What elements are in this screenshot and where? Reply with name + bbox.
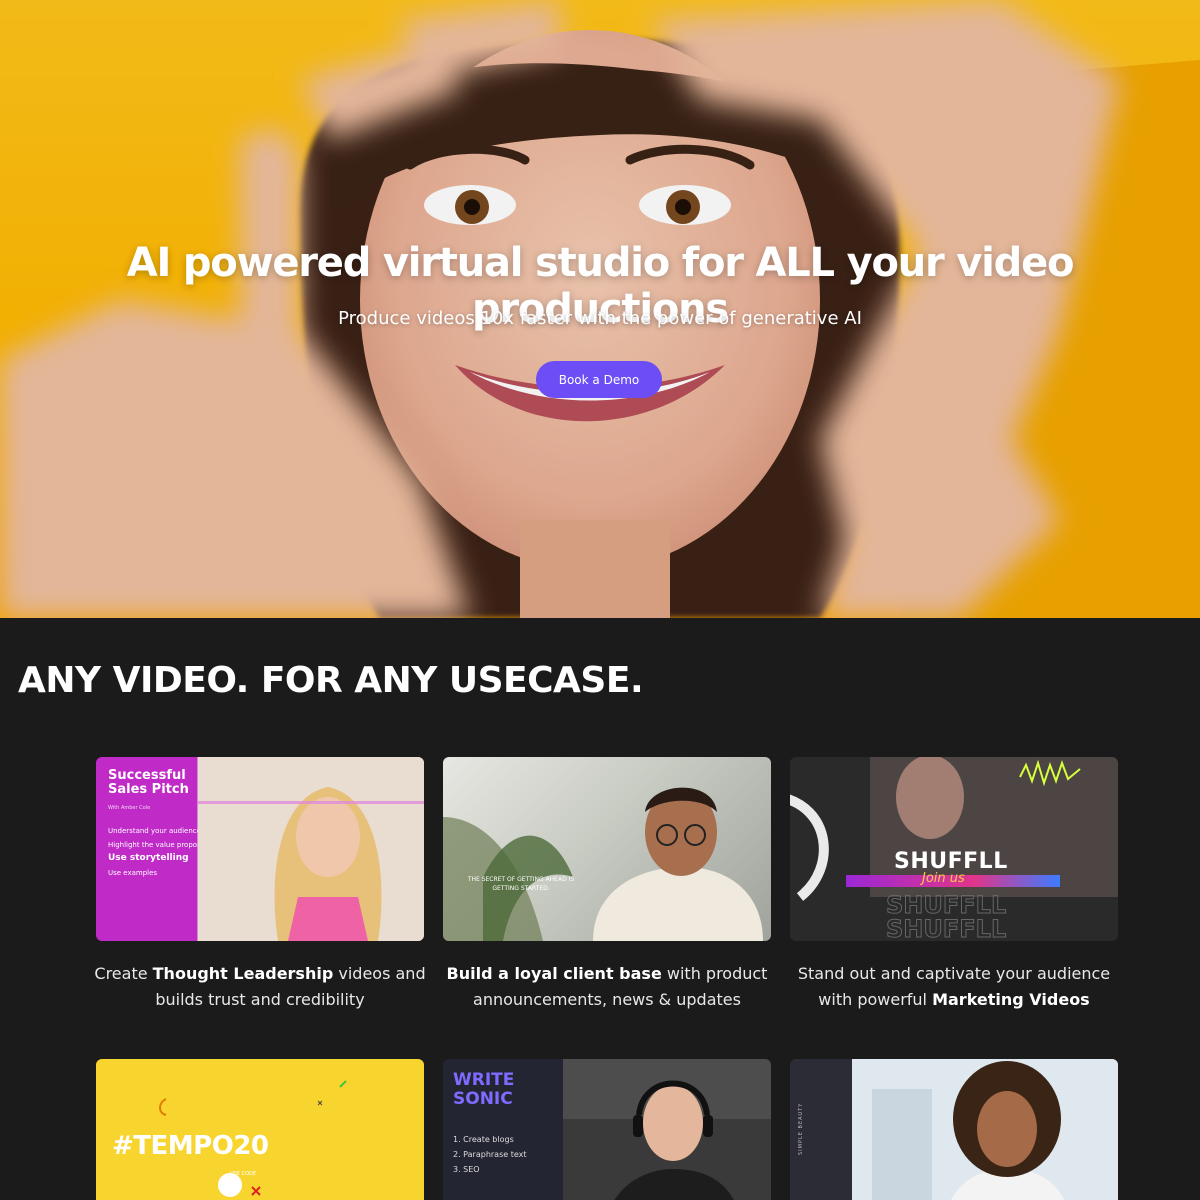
video-thumbnail[interactable]: Successful Sales Pitch With Amber Cole U…: [96, 757, 424, 941]
thumb-byline: With Amber Cole: [108, 805, 151, 811]
thumb-list-item: Use storytelling: [108, 853, 189, 863]
book-demo-button[interactable]: Book a Demo: [536, 361, 662, 398]
presenter-photo: [563, 1059, 771, 1200]
thumb-step: 3. SEO: [453, 1165, 480, 1174]
usecase-card-thought-leadership[interactable]: Successful Sales Pitch With Amber Cole U…: [94, 757, 430, 1013]
video-thumbnail[interactable]: THE SECRET OF GETTING AHEAD IS GETTING S…: [443, 757, 771, 941]
thumb-step: 1. Create blogs: [453, 1135, 514, 1144]
thumb-ghost-text: SHUFFLL: [885, 915, 1007, 942]
hero-section: AI powered virtual studio for ALL your v…: [0, 0, 1200, 618]
video-thumbnail[interactable]: SHUFFLL Join us SHUFFLL SHUFFLL: [790, 757, 1118, 941]
section-heading: ANY VIDEO. FOR ANY USECASE.: [18, 660, 644, 701]
usecase-caption: Build a loyal client base with product a…: [446, 964, 768, 1009]
thumb-list-item: Use examples: [108, 869, 158, 877]
video-thumbnail[interactable]: WRITE SONIC 1. Create blogs 2. Paraphras…: [443, 1059, 771, 1200]
thumb-title: Successful Sales Pitch: [108, 768, 189, 797]
decorative-shapes: [159, 1080, 347, 1197]
usecase-card-marketing[interactable]: SHUFFLL Join us SHUFFLL SHUFFLL Stand ou…: [790, 757, 1124, 1013]
usecase-caption: Stand out and captivate your audience wi…: [797, 964, 1111, 1009]
thumb-quote: THE SECRET OF GETTING AHEAD IS GETTING S…: [467, 876, 575, 892]
thumb-brand: WRITE SONIC: [453, 1070, 515, 1109]
thumb-side-text: SIMPLE BEAUTY: [798, 1102, 804, 1155]
presenter-photo: [198, 757, 424, 941]
thumb-tagline: Join us: [922, 871, 965, 886]
video-thumbnail[interactable]: SIMPLE BEAUTY: [790, 1059, 1118, 1200]
thumb-list-item: Understand your audience: [108, 827, 201, 835]
usecase-card-client-base[interactable]: THE SECRET OF GETTING AHEAD IS GETTING S…: [443, 757, 777, 1013]
usecase-card-writesonic[interactable]: WRITE SONIC 1. Create blogs 2. Paraphras…: [443, 1059, 771, 1200]
hero-subtitle: Produce videos 10x faster with the power…: [338, 308, 862, 329]
usecase-card-promo[interactable]: #TEMPO20 USE CODE: [96, 1059, 424, 1200]
thumb-step: 2. Paraphrase text: [453, 1150, 527, 1159]
video-thumbnail[interactable]: #TEMPO20 USE CODE: [96, 1059, 424, 1200]
usecase-section: ANY VIDEO. FOR ANY USECASE. Successful S…: [0, 618, 1200, 1200]
usecase-card-beauty[interactable]: SIMPLE BEAUTY: [790, 1059, 1118, 1200]
presenter-photo: [443, 787, 763, 941]
presenter-photo: [852, 1059, 1118, 1200]
usecase-caption: Create Thought Leadership videos and bui…: [94, 964, 426, 1009]
